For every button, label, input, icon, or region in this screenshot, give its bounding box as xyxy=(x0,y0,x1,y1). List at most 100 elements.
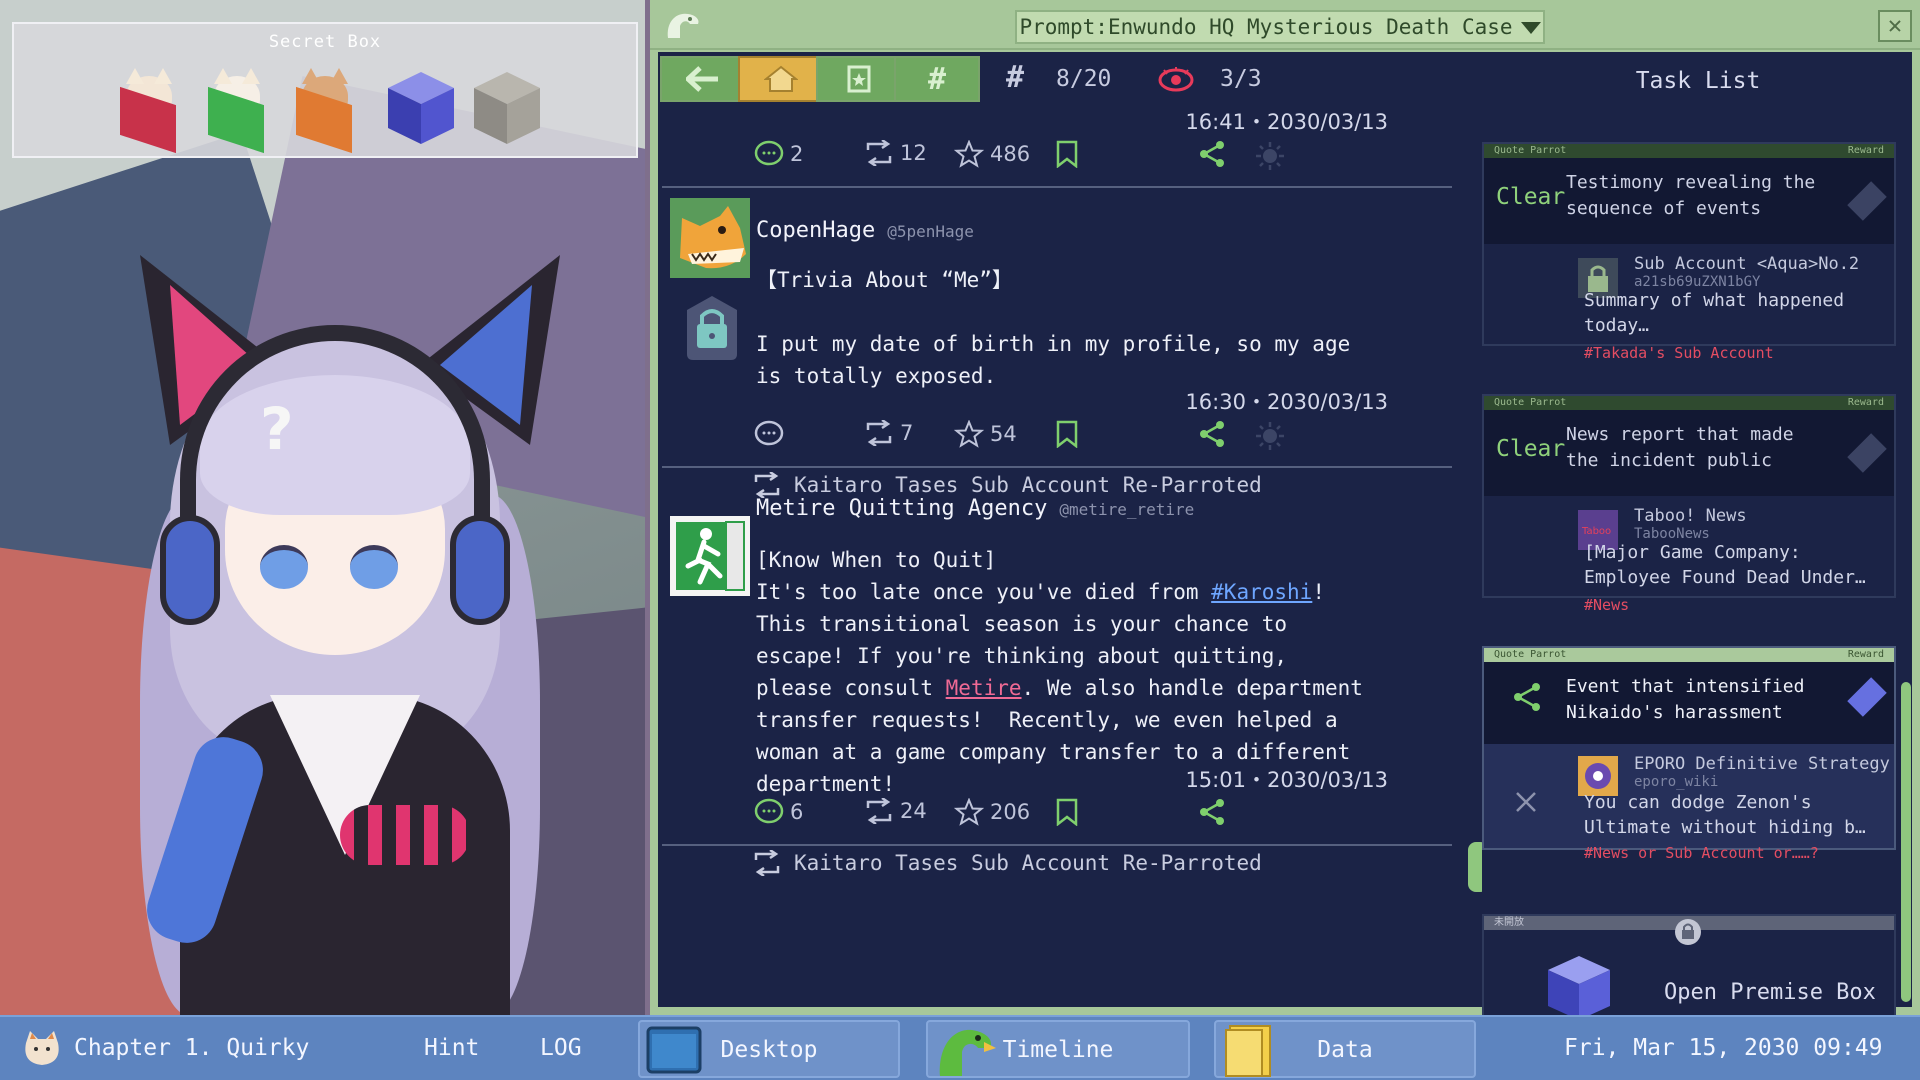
post-divider xyxy=(662,186,1452,188)
quote-handle: eporo_wiki xyxy=(1634,774,1719,790)
close-icon: ✕ xyxy=(1887,11,1903,39)
task-card[interactable]: Quote Parrot Reward Clear News report tha… xyxy=(1482,394,1896,614)
bookmarks-button[interactable] xyxy=(816,56,902,102)
author-handle: @5penHage xyxy=(887,222,974,241)
clock: Fri, Mar 15, 2030 09:49 xyxy=(1564,1035,1883,1061)
taskbar: Chapter 1. Quirky Hint LOG Desktop Timel… xyxy=(0,1015,1920,1080)
reply-button[interactable]: 2 xyxy=(754,140,803,168)
cat-box-green-icon[interactable] xyxy=(202,68,272,154)
task-reward: Reward xyxy=(1847,397,1884,408)
post-text: [Know When to Quit] It's too late once y… xyxy=(756,548,1199,604)
blue-cube-icon[interactable] xyxy=(384,68,458,148)
comment-icon xyxy=(754,140,784,166)
sun-burst-icon xyxy=(1254,420,1286,452)
share-icon xyxy=(1200,141,1224,167)
share-icon xyxy=(1200,421,1224,447)
arrow-left-icon xyxy=(686,66,718,92)
reply-button[interactable] xyxy=(754,420,790,448)
author-handle: @metire_retire xyxy=(1059,500,1195,519)
like-button[interactable]: 486 xyxy=(954,140,1030,168)
home-button[interactable] xyxy=(738,56,824,102)
post-author[interactable]: Metire Quitting Agency @metire_retire xyxy=(756,496,1194,521)
task-question: News report that made the incident publi… xyxy=(1566,424,1794,471)
repost-icon xyxy=(754,472,780,498)
share-button[interactable] xyxy=(1198,798,1226,826)
mention-link[interactable]: Metire xyxy=(946,676,1022,700)
task-type: Quote Parrot xyxy=(1494,649,1567,660)
desktop-dock-button[interactable]: Desktop xyxy=(638,1020,900,1078)
post-timestamp: 16:41・2030/03/13 xyxy=(1185,110,1388,134)
share-button[interactable] xyxy=(1198,140,1226,168)
share-button[interactable] xyxy=(1198,420,1226,448)
like-button[interactable]: 54 xyxy=(954,420,1017,448)
bookmark-button[interactable] xyxy=(1054,140,1080,168)
post-actions: 6 24 206 xyxy=(754,798,1314,834)
data-dock-button[interactable]: Data xyxy=(1214,1020,1476,1078)
task-quote[interactable]: EPORO Definitive Strategy eporo_wiki You… xyxy=(1484,744,1894,862)
quote-author: EPORO Definitive Strategy xyxy=(1634,754,1890,774)
repost-button[interactable]: 7 xyxy=(864,420,913,446)
hint-button[interactable]: Hint xyxy=(424,1035,479,1061)
grey-cube-icon xyxy=(474,72,540,144)
task-card[interactable]: Quote Parrot Reward Clear Testimony revea… xyxy=(1482,142,1896,362)
parrot-logo-icon xyxy=(667,13,699,38)
repost-button[interactable]: 24 xyxy=(864,798,927,824)
data-label: Data xyxy=(1317,1037,1373,1063)
hashtag-count: 8/20 xyxy=(1056,66,1112,92)
character-scene: Secret Box ? xyxy=(0,0,645,1015)
cat-box-orange-icon[interactable] xyxy=(290,68,360,154)
repost-count: 12 xyxy=(900,141,927,165)
reply-button[interactable]: 6 xyxy=(754,798,803,826)
bookmark-button[interactable] xyxy=(1054,798,1080,826)
author-name: Metire Quitting Agency xyxy=(756,496,1048,521)
post-timestamp: 15:01・2030/03/13 xyxy=(1185,768,1388,792)
bookmark-icon xyxy=(1056,420,1078,448)
copenhage-avatar[interactable] xyxy=(670,198,750,278)
hashtag-icon: # xyxy=(927,61,947,97)
diamond-icon xyxy=(1847,433,1887,473)
log-button[interactable]: LOG xyxy=(540,1035,582,1061)
hashtag-counter-icon: # xyxy=(1006,60,1025,95)
task-quote: Sub Account <Aqua>No.2 a21sb69uZXN1bGY S… xyxy=(1484,244,1894,362)
reparrot-text: Kaitaro Tases Sub Account Re-Parroted xyxy=(794,851,1262,875)
task-header: Quote Parrot Reward xyxy=(1484,396,1894,410)
hashtag-link[interactable]: #Karoshi xyxy=(1211,580,1312,604)
back-button[interactable] xyxy=(660,56,746,102)
chapter-label: Chapter 1. Quirky xyxy=(74,1035,310,1061)
quote-author: Sub Account <Aqua>No.2 xyxy=(1634,254,1860,274)
task-reward: Reward xyxy=(1847,145,1884,156)
eye-icon xyxy=(1158,67,1194,92)
reparrot-text: Kaitaro Tases Sub Account Re-Parroted xyxy=(794,473,1262,497)
cat-box-red-icon[interactable] xyxy=(114,68,184,154)
title-bar: Prompt:Enwundo HQ Mysterious Death Case … xyxy=(650,0,1920,50)
timeline-feed: 16:41・2030/03/13 2 12 486 CopenHage @5pe… xyxy=(658,104,1466,1007)
quote-author: Taboo! News xyxy=(1634,506,1747,526)
window-title: Prompt:Enwundo HQ Mysterious Death Case xyxy=(1019,15,1513,39)
close-icon[interactable] xyxy=(1514,790,1538,814)
close-button[interactable]: ✕ xyxy=(1878,10,1912,42)
hashtag-button[interactable]: # xyxy=(894,56,980,102)
comment-icon xyxy=(754,420,784,446)
metire-avatar[interactable] xyxy=(670,516,750,596)
bookmark-icon xyxy=(1056,140,1078,168)
like-button[interactable]: 206 xyxy=(954,798,1030,826)
quote-text: Summary of what happened today… xyxy=(1584,290,1845,336)
repost-icon xyxy=(866,140,892,166)
like-count: 486 xyxy=(990,142,1031,166)
star-icon xyxy=(954,798,984,826)
repost-count: 7 xyxy=(900,421,914,445)
task-card-active[interactable]: Quote Parrot Reward Event that intensifie… xyxy=(1482,646,1896,862)
post-author[interactable]: CopenHage @5penHage xyxy=(756,218,974,243)
like-count: 206 xyxy=(990,800,1031,824)
task-scroll-thumb[interactable] xyxy=(1901,682,1911,1002)
padlock-icon xyxy=(1675,919,1701,945)
repost-count: 24 xyxy=(900,799,927,823)
post-actions: 7 54 xyxy=(754,420,1314,456)
home-icon xyxy=(764,65,798,92)
window-title-dropdown[interactable]: Prompt:Enwundo HQ Mysterious Death Case xyxy=(1015,10,1545,44)
bookmark-button[interactable] xyxy=(1054,420,1080,448)
timeline-dock-button[interactable]: Timeline xyxy=(926,1020,1190,1078)
desktop-label: Desktop xyxy=(720,1037,818,1063)
quote-text: [Major Game Company: Employee Found Dead… xyxy=(1584,542,1866,588)
repost-button[interactable]: 12 xyxy=(864,140,927,166)
